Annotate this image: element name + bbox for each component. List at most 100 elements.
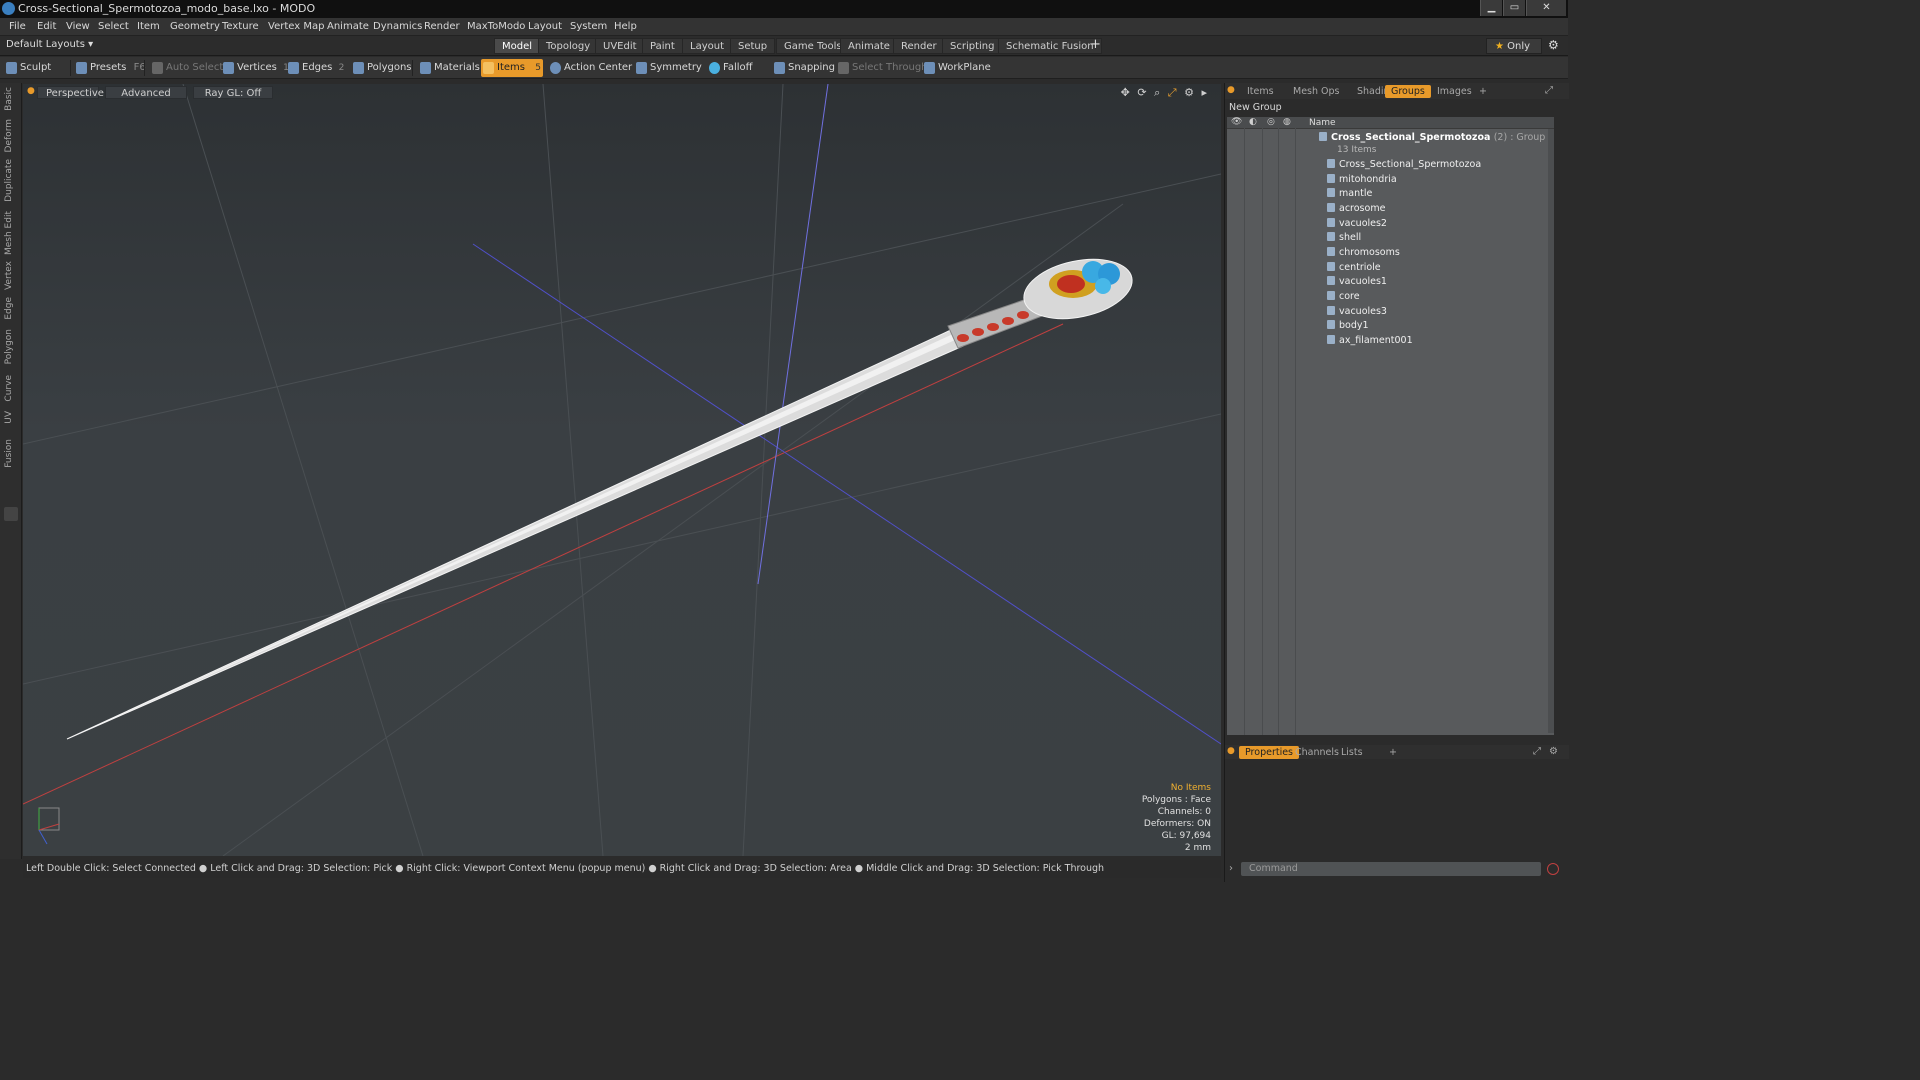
tab-uvedit[interactable]: UVEdit [595,38,645,54]
maximize-button[interactable]: ▭ [1503,0,1525,16]
falloff-button[interactable]: Falloff [707,59,753,77]
3d-viewport[interactable]: ● Perspective Advanced Ray GL: Off ✥ ⟳ ⌕… [23,84,1221,856]
tab-model[interactable]: Model [494,38,541,54]
vtab-duplicate[interactable]: Duplicate [4,159,14,202]
vtab-vertex[interactable]: Vertex [4,261,14,290]
tab-lists[interactable]: Lists [1335,746,1369,759]
tab-setup[interactable]: Setup [730,38,776,54]
presets-button[interactable]: Presets F6 [74,59,146,77]
action-center-button[interactable]: Action Center [548,59,632,77]
list-item[interactable]: mantle [1327,187,1372,201]
symmetry-button[interactable]: Symmetry [634,59,702,77]
group-row[interactable]: Cross_Sectional_Spermotozoa (2) : Group [1319,131,1545,145]
list-item[interactable]: ax_filament001 [1327,334,1413,348]
sculpt-button[interactable]: Sculpt [4,59,51,77]
name-column-header[interactable]: Name [1309,118,1336,128]
list-scrollbar[interactable] [1548,129,1554,733]
fit-view-icon[interactable]: ⤢ [1168,86,1177,99]
zoom-icon[interactable]: ⌕ [1154,86,1160,99]
vtab-edge[interactable]: Edge [4,297,14,320]
select-through-button[interactable]: Select Through [836,59,928,77]
command-input[interactable]: Command [1241,862,1541,876]
vtab-mesh-edit[interactable]: Mesh Edit [4,211,14,255]
tab-paint[interactable]: Paint [642,38,683,54]
tab-layout[interactable]: Layout [682,38,732,54]
menu-render[interactable]: Render [424,21,460,32]
settings-icon[interactable]: ⚙ [1184,86,1194,99]
list-item[interactable]: shell [1327,231,1361,245]
arrow-right-icon[interactable]: ▸ [1201,86,1207,99]
minimize-button[interactable]: ▁ [1480,0,1502,16]
move-view-icon[interactable]: ✥ [1121,86,1130,99]
expand-icon[interactable]: ⤢ [1533,746,1541,757]
menu-texture[interactable]: Texture [222,21,259,32]
list-item[interactable]: acrosome [1327,202,1385,216]
advanced-button[interactable]: Advanced [105,86,187,99]
default-layouts-dropdown[interactable]: Default Layouts ▾ [6,39,93,50]
close-button[interactable]: ✕ [1526,0,1566,16]
tab-groups[interactable]: Groups [1385,85,1431,98]
gear-icon[interactable]: ⚙ [1548,38,1559,52]
raygl-button[interactable]: Ray GL: Off [193,86,273,99]
tab-render[interactable]: Render [893,38,945,54]
panel-menu-icon[interactable]: ● [1227,85,1235,95]
list-item[interactable]: core [1327,290,1360,304]
snapping-button[interactable]: Snapping [772,59,835,77]
items-button[interactable]: Items 5 [481,59,543,77]
materials-button[interactable]: Materials [418,59,480,77]
list-item[interactable]: mitohondria [1327,173,1397,187]
add-tab-button[interactable]: + [1473,85,1493,98]
perspective-button[interactable]: Perspective [37,86,104,99]
vtab-uv[interactable]: UV [4,411,14,424]
new-group-button[interactable]: New Group [1229,101,1293,114]
menu-layout[interactable]: Layout [528,21,562,32]
tab-game-tools[interactable]: Game Tools [776,38,850,54]
menu-file[interactable]: File [9,21,26,32]
menu-view[interactable]: View [66,21,90,32]
tab-mesh-ops[interactable]: Mesh Ops [1287,85,1346,98]
panel-menu-icon[interactable]: ● [1227,746,1235,756]
list-item[interactable]: vacuoles2 [1327,217,1387,231]
list-item[interactable]: body1 [1327,319,1369,333]
menu-item[interactable]: Item [137,21,160,32]
edges-button[interactable]: Edges 2 [286,59,344,77]
gear-icon[interactable]: ⚙ [1549,746,1558,757]
menu-geometry[interactable]: Geometry [170,21,220,32]
menu-select[interactable]: Select [98,21,129,32]
tab-items[interactable]: Items [1241,85,1280,98]
menu-vertex-map[interactable]: Vertex Map [268,21,324,32]
panel-toggle-button[interactable] [4,507,18,521]
add-tab-button[interactable]: + [1383,746,1403,759]
vtab-curve[interactable]: Curve [4,375,14,402]
menu-animate[interactable]: Animate [327,21,369,32]
list-item[interactable]: vacuoles3 [1327,305,1387,319]
only-toggle[interactable]: ★ Only [1486,38,1542,54]
command-history-icon[interactable] [1547,863,1559,875]
menu-maxtomodo[interactable]: MaxToModo [467,21,525,32]
tab-schematic-fusion[interactable]: Schematic Fusion [998,38,1102,54]
vtab-deform[interactable]: Deform [4,119,14,152]
tab-images[interactable]: Images [1431,85,1478,98]
tab-animate[interactable]: Animate [840,38,898,54]
expand-icon[interactable]: ⤢ [1545,85,1553,96]
vtab-basic[interactable]: Basic [4,87,14,111]
menu-edit[interactable]: Edit [37,21,56,32]
list-item[interactable]: Cross_Sectional_Spermotozoa [1327,158,1481,172]
add-layout-button[interactable]: + [1090,37,1101,52]
workplane-button[interactable]: WorkPlane [922,59,991,77]
tab-scripting[interactable]: Scripting [942,38,1003,54]
tab-topology[interactable]: Topology [538,38,599,54]
vtab-polygon[interactable]: Polygon [4,329,14,364]
menu-dynamics[interactable]: Dynamics [373,21,422,32]
polygons-button[interactable]: Polygons [351,59,412,77]
list-item[interactable]: chromosoms [1327,246,1400,260]
list-item[interactable]: centriole [1327,261,1381,275]
vertices-button[interactable]: Vertices 1 [221,59,289,77]
menu-help[interactable]: Help [614,21,637,32]
list-item[interactable]: vacuoles1 [1327,275,1387,289]
viewport-menu-icon[interactable]: ● [27,86,35,96]
auto-select-button[interactable]: Auto Select [150,59,223,77]
vtab-fusion[interactable]: Fusion [4,439,14,468]
menu-system[interactable]: System [570,21,607,32]
rotate-view-icon[interactable]: ⟳ [1137,86,1146,99]
